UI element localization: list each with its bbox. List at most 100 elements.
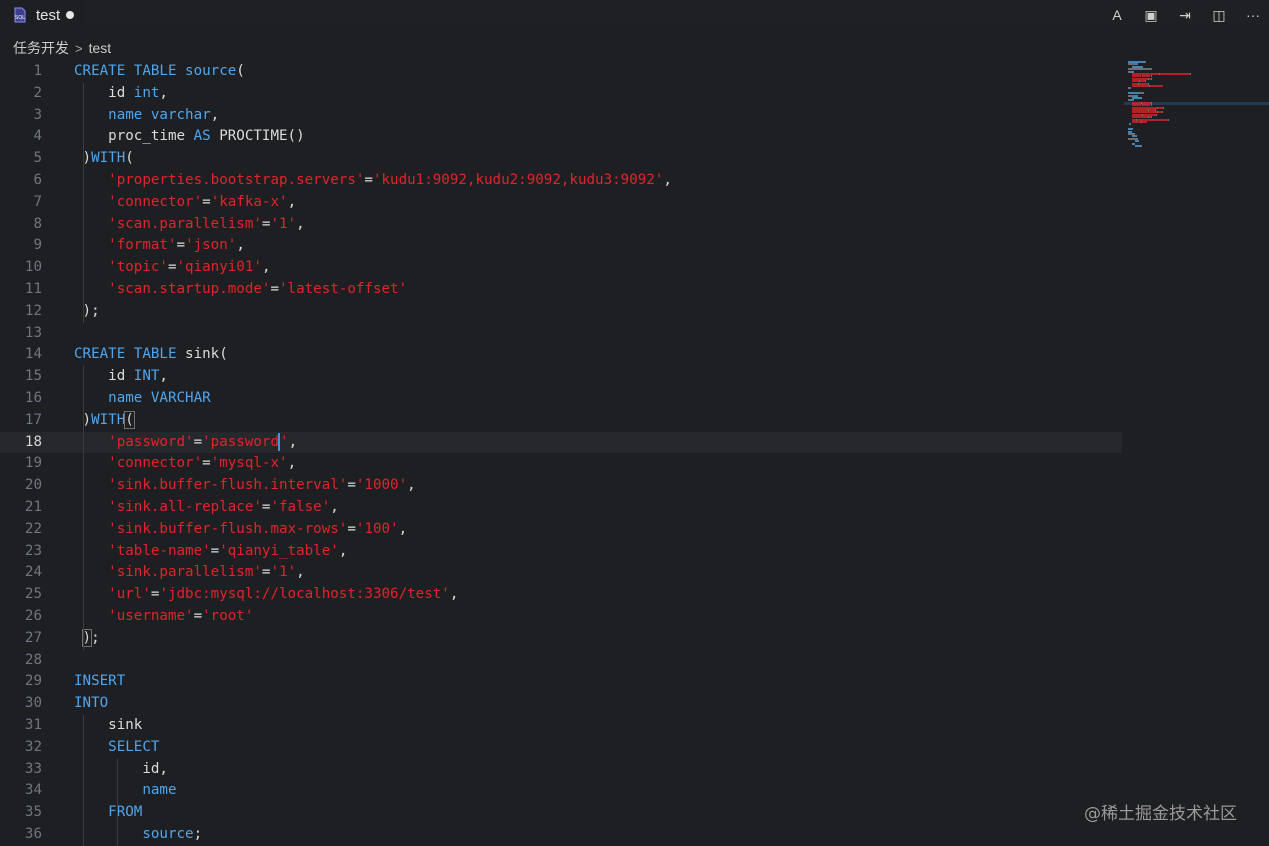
code-line[interactable]: 26 'username'='root' xyxy=(0,606,1122,628)
code-line[interactable]: 30 INTO xyxy=(0,693,1122,715)
code-line[interactable]: 11 'scan.startup.mode'='latest-offset' xyxy=(0,279,1122,301)
code-token: id, xyxy=(74,760,168,777)
code-line[interactable]: 20 'sink.buffer-flush.interval'='1000', xyxy=(0,475,1122,497)
code-line[interactable]: 28 xyxy=(0,650,1122,672)
code-text: 'connector'='kafka-x', xyxy=(74,192,296,214)
code-line[interactable]: 14 CREATE TABLE sink( xyxy=(0,344,1122,366)
code-line[interactable]: 22 'sink.buffer-flush.max-rows'='100', xyxy=(0,519,1122,541)
code-line[interactable]: 16 name VARCHAR xyxy=(0,388,1122,410)
code-line[interactable]: 36 source; xyxy=(0,824,1122,846)
code-line[interactable]: 18 'password'='password', xyxy=(0,431,1122,454)
code-text: id, xyxy=(74,759,168,781)
code-line[interactable]: 1 CREATE TABLE source( xyxy=(0,61,1122,83)
code-token: , xyxy=(287,455,297,472)
code-line[interactable]: 13 xyxy=(0,323,1122,345)
string-token: 'qianyi_table' xyxy=(219,542,339,559)
code-line[interactable]: 8 'scan.parallelism'='1', xyxy=(0,214,1122,236)
spell-check-icon[interactable]: A xyxy=(1107,5,1127,25)
code-line[interactable]: 34 name xyxy=(0,780,1122,802)
code-token: , xyxy=(338,542,348,559)
string-token: 'topic' xyxy=(108,259,168,276)
string-token: 'password' xyxy=(108,433,194,450)
code-text: INTO xyxy=(74,693,108,715)
line-number: 20 xyxy=(24,477,42,494)
code-text: 'properties.bootstrap.servers'='kudu1:90… xyxy=(74,170,672,192)
more-icon[interactable]: ··· xyxy=(1243,5,1263,25)
keyword-token: name varchar xyxy=(108,106,211,123)
minimap-token xyxy=(1149,85,1164,87)
submit-icon[interactable]: ⇥ xyxy=(1175,5,1195,25)
split-editor-icon[interactable]: ◫ xyxy=(1209,5,1229,25)
code-text: 'sink.buffer-flush.max-rows'='100', xyxy=(74,519,407,541)
keyword-token: INT xyxy=(133,368,160,385)
code-text: name xyxy=(74,780,176,802)
code-line[interactable]: 2 id int, xyxy=(0,83,1122,105)
code-line[interactable]: 21 'sink.all-replace'='false', xyxy=(0,497,1122,519)
code-line[interactable]: 23 'table-name'='qianyi_table', xyxy=(0,541,1122,563)
code-line[interactable]: 15 id INT, xyxy=(0,366,1122,388)
code-text: 'table-name'='qianyi_table', xyxy=(74,541,347,563)
code-token: PROCTIME() xyxy=(210,128,305,145)
code-line[interactable]: 17 )WITH( xyxy=(0,410,1122,432)
string-token: 'url' xyxy=(108,586,151,603)
code-editor[interactable]: 1 CREATE TABLE source(2 id int, 3 name var… xyxy=(0,61,1122,846)
code-text: CREATE TABLE sink( xyxy=(74,344,228,366)
indent-guide xyxy=(82,715,84,846)
code-line[interactable]: 5 )WITH( xyxy=(0,148,1122,170)
code-line[interactable]: 33 id, xyxy=(0,759,1122,781)
unsaved-dot-icon[interactable] xyxy=(66,11,75,19)
keyword-token: AS xyxy=(193,128,211,145)
code-token: = xyxy=(347,477,356,494)
string-token: 'connector' xyxy=(108,455,203,472)
code-token: proc_time xyxy=(74,128,194,145)
keyword-token: name VARCHAR xyxy=(108,390,211,406)
line-number: 19 xyxy=(24,455,42,472)
string-token: 'table-name' xyxy=(108,542,211,559)
string-token: '1000' xyxy=(355,477,408,494)
editor-actions: A ▣ ⇥ ◫ ··· xyxy=(1107,0,1263,30)
code-line[interactable]: 29 INSERT xyxy=(0,671,1122,693)
breadcrumb-root[interactable]: 任务开发 xyxy=(13,38,69,58)
string-token: 'jdbc:mysql://localhost:3306/test' xyxy=(159,586,450,603)
code-line[interactable]: 4 proc_time AS PROCTIME() xyxy=(0,126,1122,148)
minimap-token xyxy=(1135,140,1139,143)
minimap-token xyxy=(1131,121,1141,123)
code-line[interactable]: 7 'connector'='kafka-x', xyxy=(0,192,1122,214)
code-line[interactable]: 3 name varchar, xyxy=(0,105,1122,127)
code-line[interactable]: 10 'topic'='qianyi01', xyxy=(0,257,1122,279)
keyword-token: CREATE TABLE source xyxy=(74,63,237,79)
code-line[interactable]: 19 'connector'='mysql-x', xyxy=(0,453,1122,475)
string-token: 'password xyxy=(202,433,280,450)
code-line[interactable]: 12 ); xyxy=(0,301,1122,323)
line-number: 1 xyxy=(33,63,42,79)
code-line[interactable]: 35 FROM xyxy=(0,802,1122,824)
code-line[interactable]: 9 'format'='json', xyxy=(0,235,1122,257)
code-token: , xyxy=(287,193,297,210)
code-line[interactable]: 32 SELECT xyxy=(0,737,1122,759)
code-line[interactable]: 27 ); xyxy=(0,628,1122,650)
minimap[interactable] xyxy=(1124,61,1269,151)
code-token: = xyxy=(364,172,373,188)
code-line[interactable]: 6 'properties.bootstrap.servers'='kudu1:… xyxy=(0,170,1122,192)
minimap-token xyxy=(1163,106,1165,109)
save-icon[interactable]: ▣ xyxy=(1141,5,1161,25)
code-token: , xyxy=(330,499,339,515)
keyword-token: int xyxy=(133,84,160,101)
editor-tab-test[interactable]: SQL test xyxy=(0,0,85,30)
code-token: sink xyxy=(74,717,143,733)
code-line[interactable]: 31 sink xyxy=(0,715,1122,737)
code-line[interactable]: 25 'url'='jdbc:mysql://localhost:3306/te… xyxy=(0,584,1122,606)
string-token: 'sink.parallelism' xyxy=(108,564,262,581)
keyword-token: WITH xyxy=(91,411,126,428)
breadcrumb-current[interactable]: test xyxy=(89,40,112,56)
code-token: sink( xyxy=(176,346,228,363)
code-line[interactable]: 24 'sink.parallelism'='1', xyxy=(0,562,1122,584)
string-token: 'mysql-x' xyxy=(210,455,288,472)
